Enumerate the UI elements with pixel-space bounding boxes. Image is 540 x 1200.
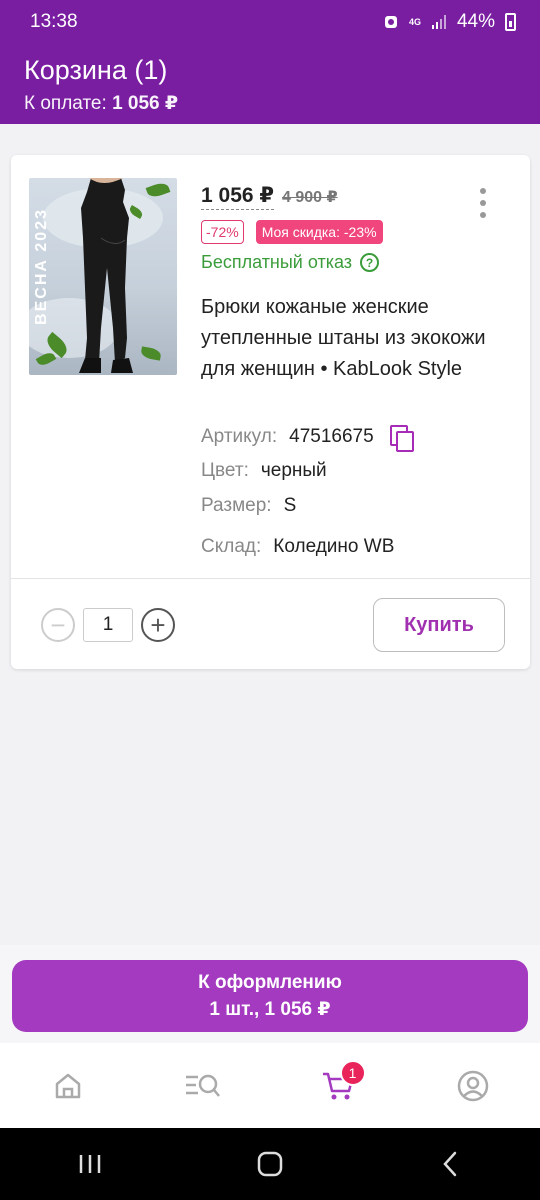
question-icon[interactable]: ?	[360, 253, 380, 272]
network-type-icon: 4G	[408, 16, 421, 27]
free-return: Бесплатный отказ ?	[201, 252, 380, 273]
size-label: Размер:	[201, 495, 272, 516]
checkout-bar: К оформлению 1 шт., 1 056 ₽	[0, 945, 540, 1043]
copy-icon[interactable]	[389, 425, 414, 452]
warehouse-row: Склад: Коледино WB	[201, 536, 394, 558]
total-value: 1 056 ₽	[112, 93, 179, 114]
dot-icon	[480, 200, 486, 206]
nav-cart[interactable]: 1	[308, 1056, 368, 1116]
home-icon	[55, 1073, 80, 1098]
recent-apps-icon	[79, 1155, 101, 1173]
cart-item-card: ВЕСНА 2023 1 056 ₽ 4 900 ₽ -72% Моя скид…	[11, 155, 530, 669]
quantity-stepper: − +	[41, 608, 175, 642]
alarm-icon	[384, 16, 397, 28]
price-row: 1 056 ₽ 4 900 ₽	[201, 183, 338, 210]
divider	[11, 578, 530, 579]
app-header: Корзина (1) К оплате: 1 056 ₽	[0, 44, 540, 124]
old-price: 4 900 ₽	[282, 189, 338, 206]
color-label: Цвет:	[201, 460, 249, 481]
recent-apps-button[interactable]	[60, 1134, 120, 1194]
checkout-label: К оформлению	[198, 972, 342, 993]
increase-quantity-button[interactable]: +	[141, 608, 175, 642]
dot-icon	[480, 188, 486, 194]
status-time: 13:38	[30, 11, 78, 32]
home-system-button[interactable]	[240, 1134, 300, 1194]
size-row: Размер: S	[201, 495, 296, 517]
article-value: 47516675	[289, 426, 374, 447]
article-label: Артикул:	[201, 426, 278, 447]
battery-percent: 44%	[456, 11, 495, 32]
product-image[interactable]: ВЕСНА 2023	[29, 178, 177, 375]
battery-icon	[505, 13, 516, 31]
buy-button[interactable]: Купить	[373, 598, 505, 652]
total-to-pay: К оплате: 1 056 ₽	[24, 92, 516, 115]
signal-icon	[431, 15, 446, 29]
dot-icon	[480, 212, 486, 218]
back-button[interactable]	[420, 1134, 480, 1194]
size-value: S	[283, 495, 297, 516]
product-title[interactable]: Брюки кожаные женские утепленные штаны и…	[201, 292, 501, 385]
page-title: Корзина (1)	[24, 55, 168, 85]
article-row: Артикул: 47516675	[201, 425, 414, 452]
cart-count-badge: 1	[339, 1059, 366, 1086]
profile-icon	[457, 1070, 488, 1101]
total-label: К оплате:	[24, 93, 107, 114]
checkout-summary: 1 шт., 1 056 ₽	[209, 999, 331, 1020]
current-price: 1 056 ₽	[201, 183, 274, 210]
color-value: черный	[260, 460, 327, 481]
color-row: Цвет: черный	[201, 460, 327, 482]
more-options-button[interactable]	[478, 188, 488, 218]
quantity-input[interactable]	[83, 608, 133, 642]
back-chevron-icon	[443, 1151, 457, 1177]
nav-profile[interactable]	[443, 1056, 503, 1116]
status-bar: 13:38 4G 44%	[0, 0, 540, 44]
warehouse-value: Коледино WB	[273, 536, 395, 557]
system-navigation-bar	[0, 1128, 540, 1200]
my-discount-badge: Моя скидка: -23%	[255, 220, 383, 244]
bottom-navigation: 1	[0, 1043, 540, 1128]
warehouse-label: Склад:	[201, 536, 262, 557]
free-return-label: Бесплатный отказ	[201, 252, 353, 272]
status-icons: 4G 44%	[383, 11, 516, 33]
decrease-quantity-button[interactable]: −	[41, 608, 75, 642]
nav-catalog[interactable]	[173, 1056, 233, 1116]
discount-badge: -72%	[201, 220, 244, 244]
nav-home[interactable]	[38, 1056, 98, 1116]
discount-badges: -72% Моя скидка: -23%	[201, 220, 383, 244]
catalog-search-icon	[185, 1074, 220, 1097]
image-caption: ВЕСНА 2023	[33, 208, 50, 325]
checkout-button[interactable]: К оформлению 1 шт., 1 056 ₽	[12, 960, 528, 1032]
home-circle-icon	[257, 1151, 283, 1177]
